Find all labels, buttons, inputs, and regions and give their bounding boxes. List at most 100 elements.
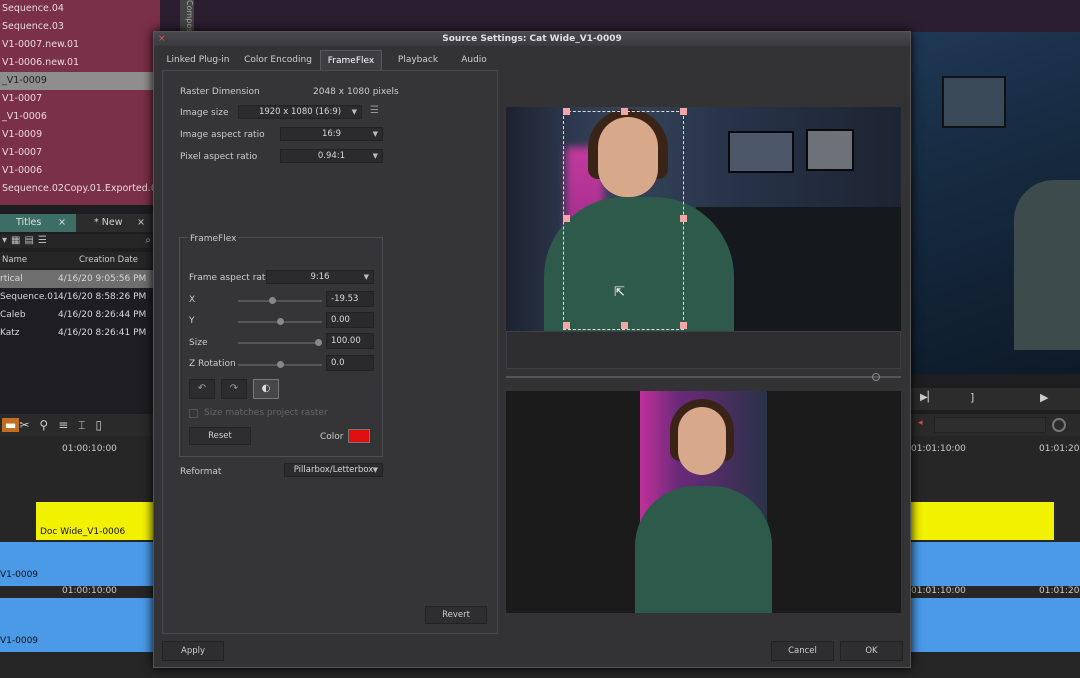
close-icon[interactable]: × bbox=[158, 34, 168, 44]
tab-color-encoding[interactable]: Color Encoding bbox=[238, 50, 318, 70]
bin-item[interactable]: V1-0006 bbox=[0, 162, 160, 180]
bin-item[interactable]: V1-0007.new.01 bbox=[0, 36, 160, 54]
play-to-in-icon[interactable]: ▶▏ bbox=[920, 392, 935, 403]
splice-icon[interactable]: ▯ bbox=[95, 418, 112, 432]
z-rotation-slider[interactable] bbox=[238, 361, 322, 368]
apply-button[interactable]: Apply bbox=[162, 641, 224, 661]
clip-yellow[interactable]: Doc Wide_V1-0006 bbox=[36, 502, 153, 540]
x-field[interactable]: -19.53 bbox=[326, 291, 374, 307]
bin-item[interactable]: _V1-0009 bbox=[0, 72, 160, 90]
play-icon[interactable]: ▶ bbox=[1040, 391, 1048, 404]
timeline-toolbar-right: ◂ bbox=[910, 414, 1080, 436]
crop-handle[interactable] bbox=[563, 108, 570, 115]
frame-aspect-dropdown[interactable]: 9:16 ▼ bbox=[266, 270, 374, 284]
list-item[interactable]: rtical 4/16/20 9:05:56 PM bbox=[0, 270, 153, 288]
lift-icon[interactable]: ⚲ bbox=[39, 418, 58, 432]
bin-item[interactable]: Sequence.02Copy.01.Exported.02 bbox=[0, 180, 160, 198]
x-slider[interactable] bbox=[238, 297, 322, 304]
list-item[interactable]: Caleb 4/16/20 8:26:44 PM bbox=[0, 306, 153, 324]
item-name: rtical bbox=[0, 274, 23, 284]
menu-icon[interactable]: ▾ bbox=[2, 235, 11, 246]
record-icon[interactable] bbox=[1052, 418, 1066, 432]
preview-scrubber[interactable] bbox=[506, 372, 901, 381]
close-icon[interactable]: × bbox=[137, 214, 145, 232]
script-view-icon[interactable]: ▤ bbox=[24, 235, 37, 246]
z-rotation-field[interactable]: 0.0 bbox=[326, 355, 374, 371]
column-creation-date[interactable]: Creation Date bbox=[79, 252, 138, 268]
chevron-down-icon: ▼ bbox=[351, 108, 357, 116]
z-rotation-slider-knob[interactable] bbox=[276, 361, 284, 368]
options-icon[interactable]: ☰ bbox=[370, 105, 379, 116]
crop-handle[interactable] bbox=[621, 108, 628, 115]
timecode-ruler: 01:01:20:0 bbox=[1039, 586, 1080, 596]
bin-item[interactable]: Sequence.04 bbox=[0, 0, 160, 18]
frame-view-icon[interactable]: ▦ bbox=[11, 235, 24, 246]
bin-item[interactable]: Sequence.03 bbox=[0, 18, 160, 36]
overwrite-icon[interactable]: ≡ bbox=[58, 418, 78, 432]
tab-playback-rates[interactable]: Playback Rates bbox=[384, 50, 452, 85]
color-swatch[interactable] bbox=[348, 429, 370, 443]
search-icon[interactable]: ⌕ bbox=[145, 234, 151, 248]
crop-handle[interactable] bbox=[563, 322, 570, 329]
rotate-left-icon[interactable]: ↶ bbox=[189, 379, 215, 399]
close-icon[interactable]: × bbox=[58, 214, 66, 232]
bin-item[interactable]: V1-0007 bbox=[0, 144, 160, 162]
frameflex-group-title: FrameFlex bbox=[188, 234, 239, 244]
column-name[interactable]: Name bbox=[2, 252, 27, 268]
tab-titles[interactable]: Titles × bbox=[0, 214, 76, 232]
pixel-aspect-dropdown[interactable]: 0.94:1 ▼ bbox=[280, 149, 383, 163]
crop-handle[interactable] bbox=[680, 108, 687, 115]
red-marker-icon[interactable]: ◂ bbox=[918, 418, 923, 428]
ok-button[interactable]: OK bbox=[840, 641, 903, 661]
timeline-position-bar[interactable] bbox=[934, 417, 1046, 433]
trim-icon[interactable]: ⌶ bbox=[78, 418, 95, 432]
image-aspect-label: Image aspect ratio bbox=[180, 130, 265, 140]
y-slider[interactable] bbox=[238, 318, 322, 325]
crop-handle[interactable] bbox=[680, 322, 687, 329]
mark-out-icon[interactable]: ] bbox=[970, 391, 974, 404]
tab-linked-plugin[interactable]: Linked Plug-in bbox=[160, 50, 236, 70]
crop-handle[interactable] bbox=[680, 215, 687, 222]
list-item[interactable]: Katz 4/16/20 8:26:41 PM bbox=[0, 324, 153, 342]
reformat-label: Reformat bbox=[180, 467, 222, 477]
y-field[interactable]: 0.00 bbox=[326, 312, 374, 328]
cancel-button[interactable]: Cancel bbox=[771, 641, 834, 661]
list-item[interactable]: Sequence.01 4/16/20 8:58:26 PM bbox=[0, 288, 153, 306]
size-matches-checkbox-label[interactable]: Size matches project raster bbox=[204, 408, 328, 418]
clip-yellow-right[interactable] bbox=[911, 502, 1054, 540]
cut-icon[interactable]: ✂ bbox=[19, 418, 39, 432]
rotate-right-icon[interactable]: ↷ bbox=[221, 379, 247, 399]
list-view-icon[interactable]: ☰ bbox=[38, 235, 51, 246]
size-slider[interactable] bbox=[238, 339, 322, 346]
image-aspect-dropdown[interactable]: 16:9 ▼ bbox=[280, 127, 383, 141]
crop-handle[interactable] bbox=[563, 215, 570, 222]
bin-item[interactable]: V1-0009 bbox=[0, 126, 160, 144]
tab-new[interactable]: * New × bbox=[78, 214, 153, 232]
source-preview[interactable]: ⇱ bbox=[506, 107, 901, 331]
scrubber-track[interactable] bbox=[506, 376, 901, 378]
output-preview bbox=[506, 391, 901, 613]
keyframe-toggle-icon[interactable]: ◐ bbox=[253, 379, 279, 399]
image-aspect-value: 16:9 bbox=[321, 129, 342, 139]
size-slider-knob[interactable] bbox=[315, 339, 322, 346]
tab-audio[interactable]: Audio bbox=[454, 50, 494, 70]
scrubber-knob[interactable] bbox=[872, 373, 880, 381]
clip-label: Doc Wide_V1-0006 bbox=[40, 527, 126, 537]
bin-item[interactable]: V1-0006.new.01 bbox=[0, 54, 160, 72]
y-slider-knob[interactable] bbox=[276, 318, 284, 325]
item-name: Caleb bbox=[0, 310, 26, 320]
size-field[interactable]: 100.00 bbox=[326, 333, 374, 349]
track-color-icon[interactable]: ▬ bbox=[2, 418, 20, 432]
clip-label: V1-0009 bbox=[0, 570, 39, 580]
compose-tab[interactable]: Compos bbox=[180, 0, 194, 32]
bin-item[interactable]: _V1-0006 bbox=[0, 108, 160, 126]
reformat-dropdown[interactable]: Pillarbox/Letterbox ▼ bbox=[284, 463, 383, 477]
revert-button[interactable]: Revert bbox=[425, 606, 487, 624]
bin-item[interactable]: V1-0007 bbox=[0, 90, 160, 108]
image-size-dropdown[interactable]: 1920 x 1080 (16:9) ▼ bbox=[238, 105, 362, 119]
size-matches-checkbox[interactable] bbox=[189, 409, 198, 418]
crop-handle[interactable] bbox=[621, 322, 628, 329]
reset-button[interactable]: Reset bbox=[189, 427, 251, 445]
tab-frameflex[interactable]: FrameFlex bbox=[320, 50, 382, 70]
x-slider-knob[interactable] bbox=[268, 297, 276, 304]
